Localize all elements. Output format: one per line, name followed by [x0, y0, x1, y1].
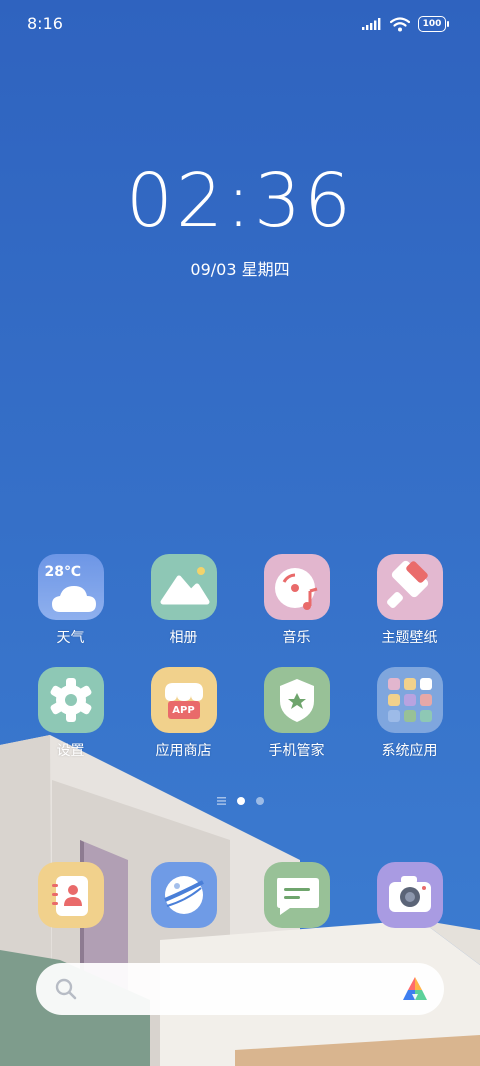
app-label: 设置: [56, 743, 85, 759]
wifi-icon: [390, 16, 410, 31]
app-store[interactable]: APP 应用商店: [127, 667, 240, 760]
dock-camera[interactable]: [353, 862, 466, 928]
app-label: 音乐: [282, 630, 311, 646]
app-store-icon: APP: [150, 667, 217, 733]
status-icons: 100: [362, 16, 449, 32]
security-icon: [263, 667, 330, 733]
settings-icon: [37, 667, 104, 733]
contacts-icon: [37, 862, 104, 928]
app-music[interactable]: 音乐: [240, 554, 353, 647]
search-icon[interactable]: [53, 976, 79, 1002]
app-label: 手机管家: [268, 743, 325, 759]
app-label: 应用商店: [155, 743, 212, 759]
weather-icon: 28℃: [37, 554, 104, 620]
status-bar: 8:16 100: [0, 0, 480, 50]
signal-icon: [362, 18, 381, 30]
page-dot-active[interactable]: [236, 797, 245, 805]
dock-messages[interactable]: [240, 862, 353, 928]
app-label: 天气: [56, 630, 85, 646]
app-gallery[interactable]: 相册: [127, 554, 240, 647]
date-text: 09/03 星期四: [190, 260, 290, 279]
search-bar[interactable]: [36, 963, 444, 1015]
messages-icon: [263, 862, 330, 928]
app-themes[interactable]: 主题壁纸: [353, 554, 466, 647]
music-icon: [263, 554, 330, 620]
app-security[interactable]: 手机管家: [240, 667, 353, 760]
battery-level: 100: [422, 19, 442, 29]
browser-icon: [150, 862, 217, 928]
app-label: 相册: [169, 630, 198, 646]
app-store-badge: APP: [172, 705, 195, 716]
clock-widget[interactable]: 02:36: [0, 158, 480, 244]
gallery-icon: [150, 554, 217, 620]
dock-contacts[interactable]: [14, 862, 127, 928]
camera-icon: [376, 862, 443, 928]
app-weather[interactable]: 28℃ 天气: [14, 554, 127, 647]
app-label: 主题壁纸: [381, 630, 438, 646]
assistant-icon[interactable]: [400, 974, 430, 1004]
page-dot[interactable]: [255, 797, 264, 805]
themes-icon: [376, 554, 443, 620]
app-settings[interactable]: 设置: [14, 667, 127, 760]
app-label: 系统应用: [381, 743, 438, 759]
folder-icon: [376, 667, 443, 733]
status-time: 8:16: [27, 14, 63, 33]
app-folder[interactable]: 系统应用: [353, 667, 466, 760]
battery-icon: 100: [418, 16, 449, 32]
dock-browser[interactable]: [127, 862, 240, 928]
menu-lines-icon: [216, 797, 226, 805]
page-indicator[interactable]: [0, 797, 480, 805]
